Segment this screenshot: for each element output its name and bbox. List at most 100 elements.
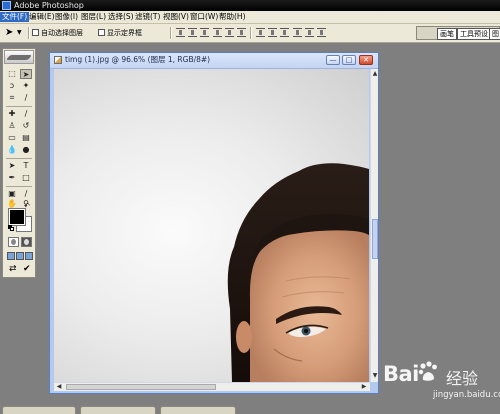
scroll-left-icon[interactable]: ◀ [55, 383, 63, 391]
baidu-watermark: Bai 经验 jingyan.baidu.com [383, 358, 500, 406]
distribute-horizontal-center-icon[interactable] [305, 28, 314, 37]
distribute-top-icon[interactable] [256, 28, 265, 37]
vertical-scrollbar[interactable]: ▲ ▼ [370, 69, 378, 382]
full-screen-menu-mode-icon[interactable] [16, 252, 24, 260]
app-title-bar: Adobe Photoshop [0, 0, 500, 11]
lasso-tool-icon[interactable]: ↄ [6, 81, 18, 91]
hand-tool-icon[interactable]: ✋ [6, 199, 18, 209]
marquee-tool-icon[interactable]: ⬚ [6, 69, 18, 79]
tab-tool-presets[interactable]: 工具预设 [457, 28, 491, 40]
divider [6, 106, 32, 107]
photoshop-icon [2, 1, 11, 10]
menu-image[interactable]: 图像(I) [53, 12, 80, 22]
path-selection-tool-icon[interactable]: ➤ [6, 161, 18, 171]
magic-wand-tool-icon[interactable]: ✦ [20, 81, 32, 91]
watermark-url: jingyan.baidu.com [433, 390, 500, 400]
image-canvas[interactable] [54, 69, 369, 382]
auto-select-layer-checkbox[interactable] [32, 29, 39, 36]
show-bounding-box-label: 显示定界框 [107, 29, 142, 37]
menu-file[interactable]: 文件(F) [0, 12, 30, 22]
move-tool-icon[interactable]: ➤ [20, 69, 32, 79]
brush-tool-icon[interactable]: ∕ [20, 109, 32, 119]
blur-tool-icon[interactable]: 💧 [6, 145, 18, 155]
minimized-palette-tab[interactable] [80, 406, 156, 414]
dodge-tool-icon[interactable]: ● [20, 145, 32, 155]
distribute-vertical-center-icon[interactable] [268, 28, 277, 37]
watermark-brand: Bai [383, 362, 419, 386]
menu-layer[interactable]: 图层(L) [79, 12, 108, 22]
photo-portrait [227, 163, 369, 382]
eraser-tool-icon[interactable]: ▭ [6, 133, 18, 143]
eyedropper-tool-icon[interactable]: ∕ [20, 189, 32, 199]
align-left-icon[interactable] [213, 28, 222, 37]
clone-stamp-tool-icon[interactable]: ♙ [6, 121, 18, 131]
history-brush-tool-icon[interactable]: ↺ [20, 121, 32, 131]
baidu-paw-icon [418, 361, 437, 381]
align-vertical-center-icon[interactable] [188, 28, 197, 37]
divider [28, 27, 30, 39]
align-horizontal-center-icon[interactable] [225, 28, 234, 37]
align-top-icon[interactable] [176, 28, 185, 37]
menu-window[interactable]: 窗口(W) [188, 12, 220, 22]
auto-select-layer-label: 自动选择图层 [41, 29, 83, 37]
menu-help[interactable]: 帮助(H) [217, 12, 248, 22]
image-document-icon [54, 56, 62, 64]
rectangle-tool-icon[interactable]: □ [20, 173, 32, 183]
options-bar: ➤ ▼ 自动选择图层 显示定界框 画笔 工具预设 图 [0, 24, 500, 43]
minimized-palette-tab[interactable] [160, 406, 236, 414]
type-tool-icon[interactable]: T [20, 161, 32, 171]
scroll-right-icon[interactable]: ▶ [360, 383, 368, 391]
palette-well: 画笔 工具预设 图 [416, 26, 500, 40]
horizontal-scrollbar[interactable]: ◀ ▶ [54, 382, 370, 391]
healing-brush-tool-icon[interactable]: ✚ [6, 109, 18, 119]
move-tool-icon: ➤ [5, 27, 14, 38]
distribute-left-icon[interactable] [293, 28, 302, 37]
full-screen-mode-icon[interactable] [25, 252, 33, 260]
divider [6, 186, 32, 187]
tab-brushes[interactable]: 画笔 [437, 28, 457, 40]
distribute-bottom-icon[interactable] [280, 28, 289, 37]
minimized-palette-tab[interactable] [2, 406, 76, 414]
menu-view[interactable]: 视图(V) [161, 12, 191, 22]
crop-tool-icon[interactable]: ⌗ [6, 93, 18, 103]
slice-tool-icon[interactable]: ∕ [20, 93, 32, 103]
tools-palette-header[interactable] [4, 50, 34, 64]
quick-mask-button[interactable] [21, 237, 32, 247]
notes-tool-icon[interactable]: ▣ [6, 189, 18, 199]
app-title: Adobe Photoshop [14, 1, 84, 10]
scroll-down-icon[interactable]: ▼ [371, 372, 379, 380]
show-bounding-box-checkbox[interactable] [98, 29, 105, 36]
tools-palette: ⬚ ➤ ↄ ✦ ⌗ ∕ ✚ ∕ ♙ ↺ ▭ ▤ 💧 ● ➤ T ✒ □ ▣ ∕ … [2, 48, 36, 278]
feather-logo-icon [5, 55, 33, 60]
distribute-right-icon[interactable] [317, 28, 326, 37]
horizontal-scroll-thumb[interactable] [66, 384, 216, 390]
foreground-color-swatch[interactable] [8, 208, 26, 226]
scroll-up-icon[interactable]: ▲ [371, 70, 379, 78]
menu-filter[interactable]: 滤镜(T) [133, 12, 162, 22]
divider [170, 27, 172, 39]
menu-bar: 文件(F) 编辑(E) 图像(I) 图层(L) 选择(S) 滤镜(T) 视图(V… [0, 11, 500, 24]
tool-preset-picker[interactable]: ➤ ▼ [3, 26, 25, 39]
default-colors-icon[interactable] [8, 225, 14, 231]
standard-screen-mode-icon[interactable] [7, 252, 15, 260]
divider [250, 27, 252, 39]
align-right-icon[interactable] [237, 28, 246, 37]
maximize-button[interactable]: □ [342, 55, 356, 65]
watermark-brand-suffix: 经验 [446, 369, 479, 388]
pen-tool-icon[interactable]: ✒ [6, 173, 18, 183]
jump-to-imageready-icon[interactable]: ⇄ [9, 264, 17, 274]
jump-to-imageready-check-icon[interactable]: ✔ [23, 264, 31, 274]
menu-select[interactable]: 选择(S) [106, 12, 136, 22]
minimize-button[interactable]: — [326, 55, 340, 65]
gradient-tool-icon[interactable]: ▤ [20, 133, 32, 143]
document-title-bar[interactable]: timg (1).jpg @ 96.6% (图层 1, RGB/8#) — □ … [50, 53, 378, 69]
document-window: timg (1).jpg @ 96.6% (图层 1, RGB/8#) — □ … [49, 52, 379, 394]
divider [6, 158, 32, 159]
close-button[interactable]: ✕ [359, 55, 373, 65]
align-bottom-icon[interactable] [200, 28, 209, 37]
tab-palette-more[interactable]: 图 [489, 28, 500, 40]
vertical-scroll-thumb[interactable] [372, 219, 378, 259]
chevron-down-icon: ▼ [17, 29, 22, 36]
standard-mode-button[interactable] [8, 237, 19, 247]
document-title: timg (1).jpg @ 96.6% (图层 1, RGB/8#) [65, 55, 211, 64]
